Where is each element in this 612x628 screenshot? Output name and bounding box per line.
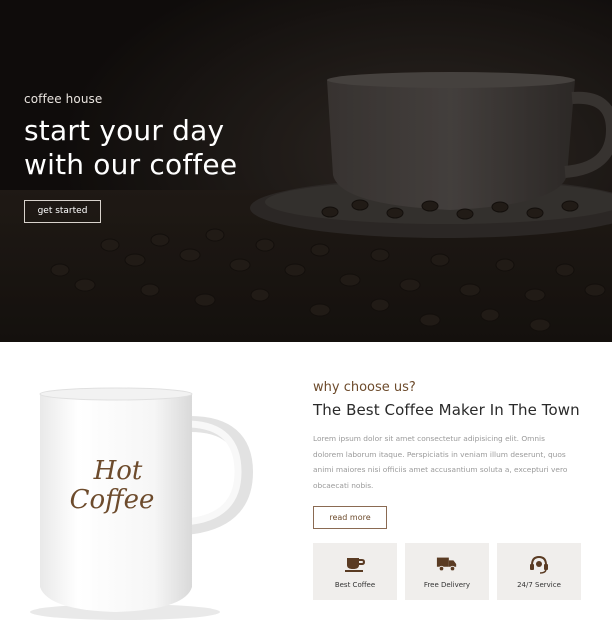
delivery-truck-icon bbox=[436, 554, 458, 574]
feature-label: 24/7 Service bbox=[517, 581, 561, 589]
headset-icon bbox=[528, 554, 550, 574]
feature-best-coffee[interactable]: Best Coffee bbox=[313, 543, 397, 600]
read-more-button[interactable]: read more bbox=[313, 506, 387, 529]
section-title: The Best Coffee Maker In The Town bbox=[313, 401, 580, 419]
mug-text-coffee: Coffee bbox=[70, 485, 155, 515]
feature-24-7-service[interactable]: 24/7 Service bbox=[497, 543, 581, 600]
mug-illustration: Hot Coffee bbox=[30, 387, 254, 620]
hot-coffee-mug-image: Hot Coffee bbox=[0, 342, 300, 628]
hero-eyebrow: coffee house bbox=[24, 92, 103, 106]
coffee-cup-icon bbox=[344, 554, 366, 574]
hero-section: coffee house start your day with our cof… bbox=[0, 0, 612, 342]
why-choose-us-content: why choose us? The Best Coffee Maker In … bbox=[313, 380, 603, 529]
section-body: Lorem ipsum dolor sit amet consectetur a… bbox=[313, 434, 568, 490]
hero-headline-line2: with our coffee bbox=[24, 148, 238, 181]
feature-label: Best Coffee bbox=[334, 581, 376, 589]
feature-free-delivery[interactable]: Free Delivery bbox=[405, 543, 489, 600]
features-row: Best Coffee Free Delivery 24/7 Service bbox=[313, 543, 581, 600]
hero-headline: start your day with our coffee bbox=[24, 114, 237, 182]
why-choose-us-section: Hot Coffee why choose us? The Best Coffe… bbox=[0, 342, 612, 628]
get-started-button[interactable]: get started bbox=[24, 200, 101, 223]
hero-headline-line1: start your day bbox=[24, 114, 225, 147]
mug-text-hot: Hot bbox=[93, 456, 143, 486]
feature-label: Free Delivery bbox=[423, 581, 471, 589]
hero-content: coffee house start your day with our cof… bbox=[24, 92, 237, 223]
section-kicker: why choose us? bbox=[313, 380, 416, 395]
